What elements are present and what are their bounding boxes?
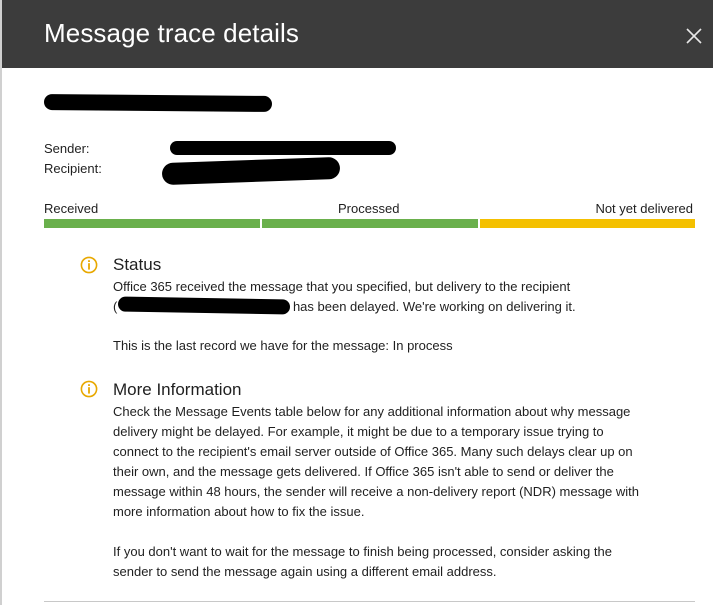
status-title: Status: [113, 255, 162, 274]
more-info-line: message within 48 hours, the sender will…: [113, 484, 640, 499]
status-line-1: Office 365 received the message that you…: [113, 279, 571, 294]
redacted-recipient: [161, 156, 341, 186]
sender-label: Sender:: [44, 141, 90, 156]
redacted-subject: [43, 94, 273, 112]
stage-not-delivered-label: Not yet delivered: [595, 201, 693, 216]
redacted-recipient-inline: [117, 296, 291, 315]
panel-title: Message trace details: [44, 18, 300, 48]
status-paren: (: [113, 299, 118, 314]
more-info-paragraph-1: Check the Message Events table below for…: [113, 402, 683, 522]
last-record-text: This is the last record we have for the …: [113, 338, 453, 353]
more-info-line: delivery might be delayed. For example, …: [113, 424, 604, 439]
more-info-line: sender to send the message again using a…: [113, 564, 497, 579]
stage-not-delivered-bar: [480, 219, 695, 228]
stage-processed-bar: [262, 219, 478, 228]
more-info-line: connect to the recipient's email server …: [113, 444, 633, 459]
stage-received-label: Received: [44, 201, 99, 216]
stage-received-bar: [44, 219, 260, 228]
more-info-line: more information about how to fix the is…: [113, 504, 365, 519]
stage-processed-label: Processed: [338, 201, 400, 216]
recipient-label: Recipient:: [44, 161, 102, 176]
more-info-paragraph-2: If you don't want to wait for the messag…: [113, 542, 683, 582]
info-icon: [80, 256, 98, 274]
panel-header: Message trace details: [2, 0, 713, 68]
more-info-line: If you don't want to wait for the messag…: [113, 544, 612, 559]
divider: [44, 601, 695, 602]
more-information-title: More Information: [113, 380, 242, 399]
close-icon[interactable]: [680, 22, 708, 50]
more-info-line: their own, and the message gets delivere…: [113, 464, 614, 479]
more-info-line: Check the Message Events table below for…: [113, 404, 631, 419]
redacted-sender: [170, 141, 396, 155]
message-trace-panel: Message trace details Sender: Recipient:…: [0, 0, 713, 605]
info-icon: [80, 380, 98, 398]
status-line-2-rest: has been delayed. We're working on deliv…: [289, 299, 576, 314]
